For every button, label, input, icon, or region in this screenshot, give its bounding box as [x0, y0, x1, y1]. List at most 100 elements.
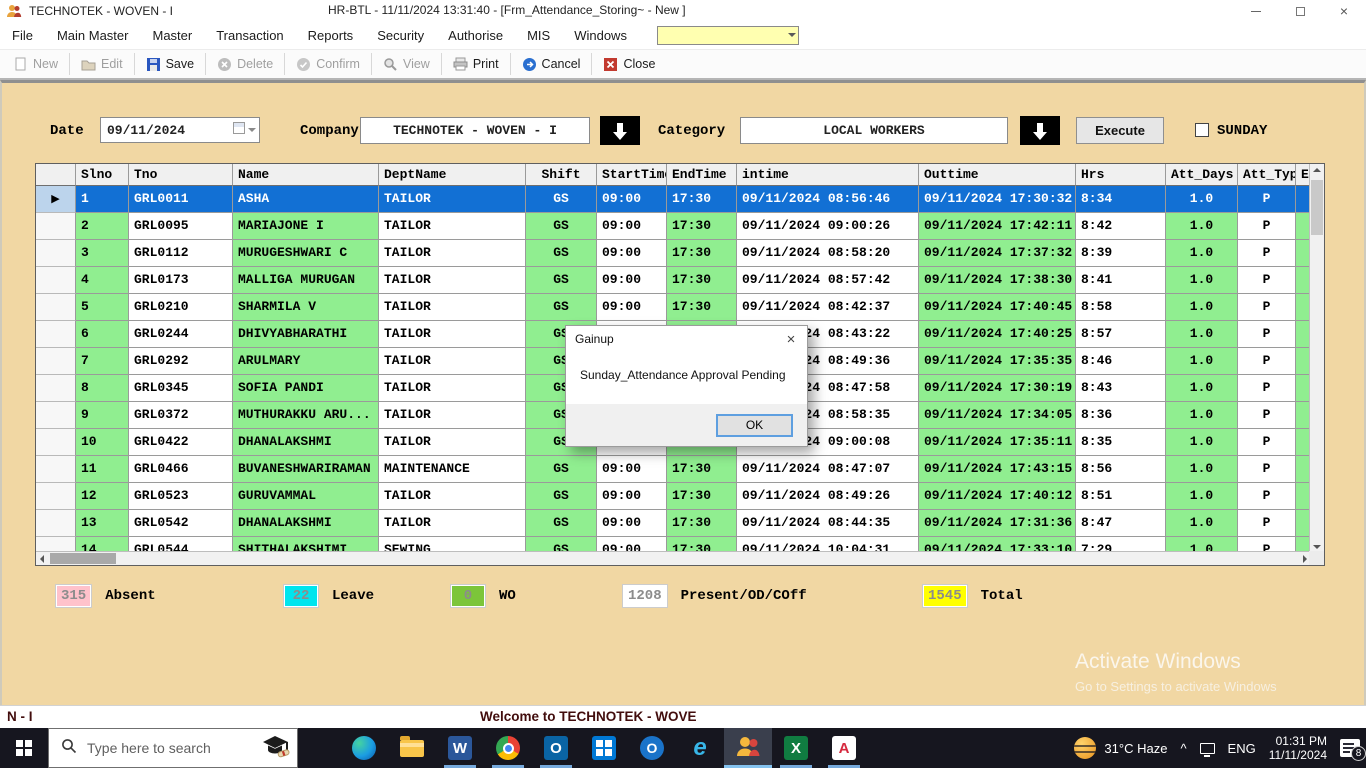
column-header-name[interactable]: Name [233, 164, 379, 186]
cell-att_days[interactable]: 1.0 [1166, 267, 1238, 294]
taskbar-icon-excel[interactable]: X [772, 728, 820, 768]
company-dropdown-button[interactable] [600, 116, 640, 145]
cell-name[interactable]: BUVANESHWARIRAMAN [233, 456, 379, 483]
cancel-button[interactable]: Cancel [513, 51, 590, 77]
cell-shift[interactable]: GS [526, 483, 597, 510]
taskbar-icon-outlook-circle[interactable]: O [628, 728, 676, 768]
cell-outtime[interactable]: 09/11/2024 17:40:45 [919, 294, 1076, 321]
cell-att_days[interactable]: 1.0 [1166, 456, 1238, 483]
cell-deptname[interactable]: TAILOR [379, 348, 526, 375]
cell-att_days[interactable]: 1.0 [1166, 240, 1238, 267]
vertical-scrollbar[interactable] [1309, 164, 1324, 553]
cell-intime[interactable]: 09/11/2024 08:56:46 [737, 186, 919, 213]
cell-outtime[interactable]: 09/11/2024 17:42:11 [919, 213, 1076, 240]
category-input[interactable]: LOCAL WORKERS [740, 117, 1008, 144]
column-header-slno[interactable]: Slno [76, 164, 129, 186]
cell-att_days[interactable]: 1.0 [1166, 321, 1238, 348]
language-indicator[interactable]: ENG [1228, 741, 1256, 756]
cell-intime[interactable]: 09/11/2024 09:00:26 [737, 213, 919, 240]
cell-deptname[interactable]: TAILOR [379, 186, 526, 213]
cell-att_type[interactable]: P [1238, 321, 1296, 348]
cell-att_type[interactable]: P [1238, 456, 1296, 483]
cell-att_days[interactable]: 1.0 [1166, 483, 1238, 510]
cell-att_days[interactable]: 1.0 [1166, 510, 1238, 537]
column-header-att_days[interactable]: Att_Days [1166, 164, 1238, 186]
cell-hrs[interactable]: 8:43 [1076, 375, 1166, 402]
cell-starttime[interactable]: 09:00 [597, 294, 667, 321]
cell-endtime[interactable]: 17:30 [667, 510, 737, 537]
cell-outtime[interactable]: 09/11/2024 17:30:19 [919, 375, 1076, 402]
cell-endtime[interactable]: 17:30 [667, 267, 737, 294]
company-input[interactable]: TECHNOTEK - WOVEN - I [360, 117, 590, 144]
cell-slno[interactable]: 7 [76, 348, 129, 375]
table-row[interactable]: 13GRL0542DHANALAKSHMITAILORGS09:0017:300… [36, 510, 1311, 537]
cell-name[interactable]: DHANALAKSHMI [233, 510, 379, 537]
taskbar-search-input[interactable]: Type here to search [48, 728, 298, 768]
cell-hrs[interactable]: 8:56 [1076, 456, 1166, 483]
ok-button[interactable]: OK [716, 414, 793, 437]
cell-intime[interactable]: 09/11/2024 08:58:20 [737, 240, 919, 267]
column-header-shift[interactable]: Shift [526, 164, 597, 186]
table-row[interactable]: 3GRL0112MURUGESHWARI CTAILORGS09:0017:30… [36, 240, 1311, 267]
cell-starttime[interactable]: 09:00 [597, 510, 667, 537]
row-selector-cell[interactable] [36, 483, 76, 510]
cell-name[interactable]: MARIAJONE I [233, 213, 379, 240]
taskbar-icon-ie[interactable]: e [676, 728, 724, 768]
table-row[interactable]: 2GRL0095MARIAJONE ITAILORGS09:0017:3009/… [36, 213, 1311, 240]
row-selector-cell[interactable]: ▶ [36, 186, 76, 213]
column-header-hrs[interactable]: Hrs [1076, 164, 1166, 186]
cell-att_type[interactable]: P [1238, 510, 1296, 537]
cell-att_type[interactable]: P [1238, 429, 1296, 456]
category-dropdown-button[interactable] [1020, 116, 1060, 145]
cell-outtime[interactable]: 09/11/2024 17:43:15 [919, 456, 1076, 483]
scroll-right-icon[interactable] [1303, 555, 1307, 563]
cell-slno[interactable]: 8 [76, 375, 129, 402]
cell-tno[interactable]: GRL0173 [129, 267, 233, 294]
cell-starttime[interactable]: 09:00 [597, 213, 667, 240]
cell-tno[interactable]: GRL0345 [129, 375, 233, 402]
execute-button[interactable]: Execute [1076, 117, 1164, 144]
cell-tno[interactable]: GRL0372 [129, 402, 233, 429]
cell-att_days[interactable]: 1.0 [1166, 375, 1238, 402]
cell-deptname[interactable]: TAILOR [379, 240, 526, 267]
menu-item-authorise[interactable]: Authorise [436, 22, 515, 49]
cell-hrs[interactable]: 8:51 [1076, 483, 1166, 510]
scroll-up-icon[interactable] [1313, 168, 1321, 172]
cell-tno[interactable]: GRL0112 [129, 240, 233, 267]
cell-slno[interactable]: 2 [76, 213, 129, 240]
column-header-intime[interactable]: intime [737, 164, 919, 186]
cell-endtime[interactable]: 17:30 [667, 294, 737, 321]
menu-item-file[interactable]: File [0, 22, 45, 49]
column-header-tno[interactable]: Tno [129, 164, 233, 186]
cell-intime[interactable]: 09/11/2024 08:42:37 [737, 294, 919, 321]
cell-shift[interactable]: GS [526, 294, 597, 321]
cell-shift[interactable]: GS [526, 456, 597, 483]
cell-outtime[interactable]: 09/11/2024 17:34:05 [919, 402, 1076, 429]
cell-tno[interactable]: GRL0244 [129, 321, 233, 348]
row-selector-cell[interactable] [36, 321, 76, 348]
cell-intime[interactable]: 09/11/2024 08:57:42 [737, 267, 919, 294]
taskbar-icon-store[interactable] [580, 728, 628, 768]
cell-shift[interactable]: GS [526, 510, 597, 537]
cell-tno[interactable]: GRL0095 [129, 213, 233, 240]
cell-att_days[interactable]: 1.0 [1166, 213, 1238, 240]
cell-tno[interactable]: GRL0523 [129, 483, 233, 510]
cell-hrs[interactable]: 8:57 [1076, 321, 1166, 348]
row-selector-cell[interactable] [36, 456, 76, 483]
taskbar-icon-explorer[interactable] [388, 728, 436, 768]
cell-att_type[interactable]: P [1238, 213, 1296, 240]
cell-deptname[interactable]: TAILOR [379, 294, 526, 321]
column-header-att_type[interactable]: Att_Type [1238, 164, 1296, 186]
cell-starttime[interactable]: 09:00 [597, 186, 667, 213]
scroll-down-icon[interactable] [1313, 545, 1321, 549]
cell-tno[interactable]: GRL0466 [129, 456, 233, 483]
cell-slno[interactable]: 13 [76, 510, 129, 537]
tray-chevron-up-icon[interactable]: ^ [1180, 741, 1186, 756]
cell-endtime[interactable]: 17:30 [667, 483, 737, 510]
cell-slno[interactable]: 1 [76, 186, 129, 213]
weather-widget[interactable]: 31°C Haze [1074, 737, 1167, 759]
cell-deptname[interactable]: TAILOR [379, 429, 526, 456]
chevron-down-icon[interactable] [248, 128, 256, 132]
scroll-left-icon[interactable] [40, 555, 44, 563]
cell-deptname[interactable]: TAILOR [379, 267, 526, 294]
